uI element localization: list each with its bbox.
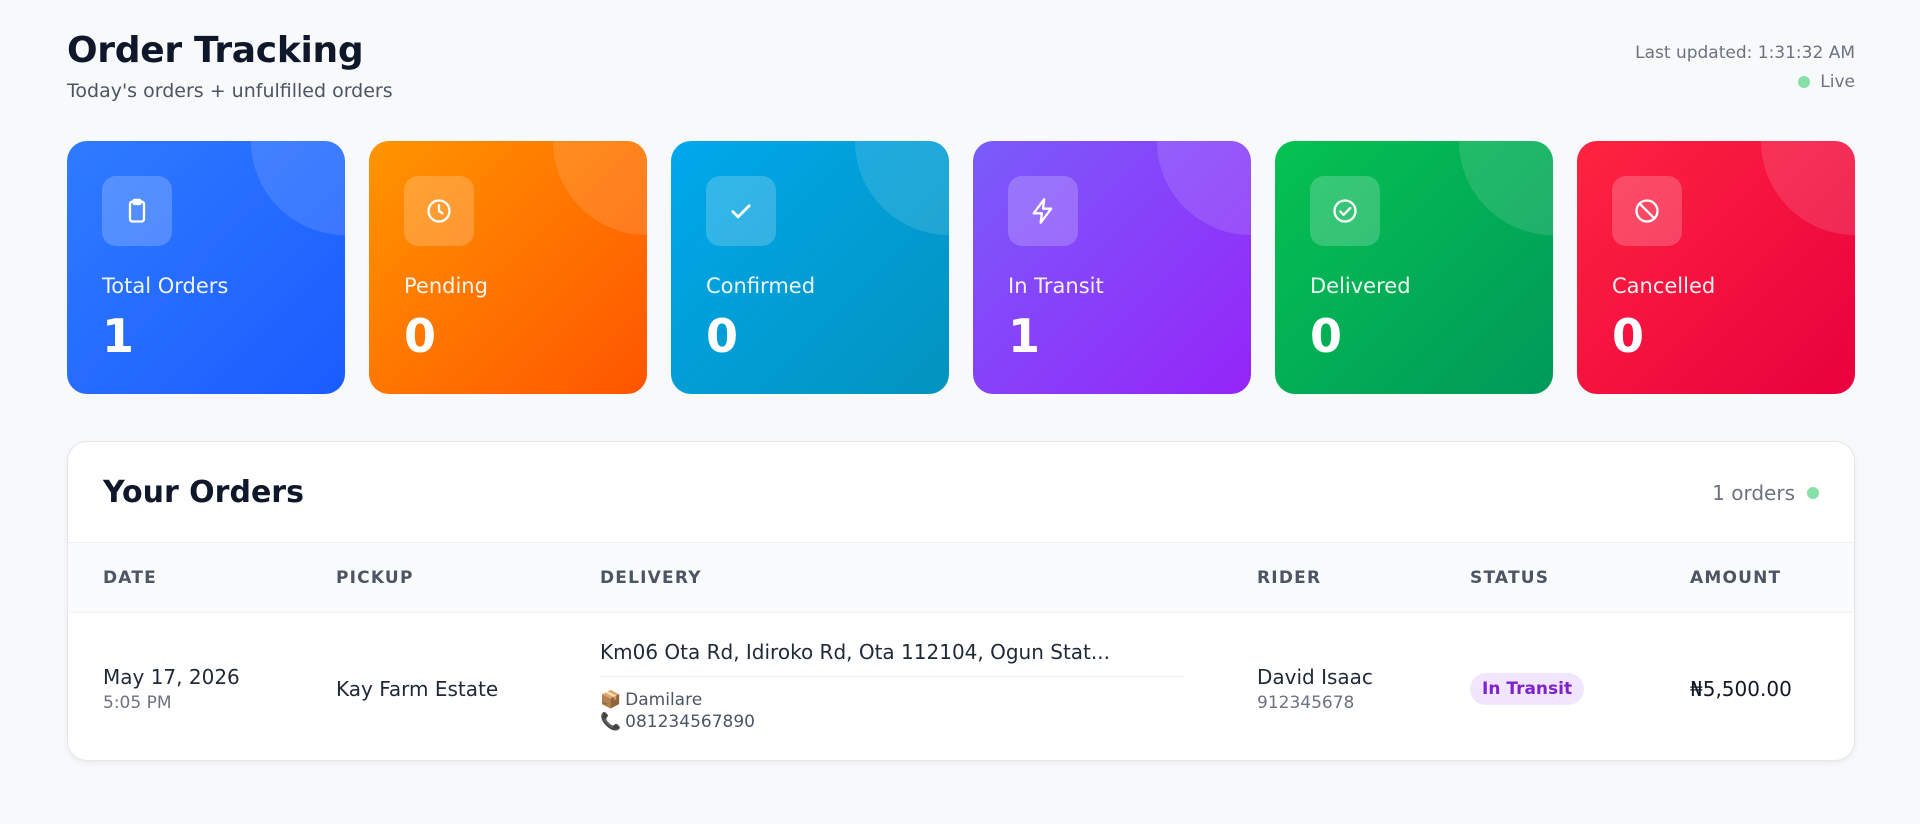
column-header-pickup[interactable]: PICKUP — [336, 568, 414, 588]
rider-cell: David Isaac 912345678 — [1257, 665, 1373, 713]
stat-value: 0 — [404, 309, 437, 363]
lightning-icon — [1008, 176, 1078, 246]
stat-label: In Transit — [1008, 274, 1104, 298]
stat-value: 1 — [1008, 309, 1041, 363]
stat-card-confirmed[interactable]: Confirmed 0 — [671, 141, 949, 394]
clock-icon — [404, 176, 474, 246]
stat-card-cancelled[interactable]: Cancelled 0 — [1577, 141, 1855, 394]
orders-count-label: 1 orders — [1712, 481, 1795, 505]
check-icon — [706, 176, 776, 246]
order-amount: ₦5,500.00 — [1690, 677, 1792, 701]
page-subtitle: Today's orders + unfulfilled orders — [67, 80, 393, 102]
recipient-name: Damilare — [625, 690, 703, 710]
recipient-phone-line: 📞 081234567890 — [600, 711, 1184, 733]
stat-value: 0 — [1310, 309, 1343, 363]
orders-count: 1 orders — [1712, 481, 1819, 505]
column-header-date[interactable]: DATE — [103, 568, 157, 588]
stat-label: Cancelled — [1612, 274, 1716, 298]
live-dot-icon — [1807, 487, 1819, 499]
status-badge: In Transit — [1470, 673, 1585, 705]
column-header-rider[interactable]: RIDER — [1257, 568, 1321, 588]
order-tracking-page: Order Tracking Today's orders + unfulfil… — [67, 0, 1855, 824]
stat-label: Confirmed — [706, 274, 816, 298]
page-title: Order Tracking — [67, 30, 364, 71]
order-time: 5:05 PM — [103, 693, 172, 713]
check-circle-icon — [1310, 176, 1380, 246]
orders-title: Your Orders — [103, 475, 304, 510]
orders-table-header: DATE PICKUP DELIVERY RIDER STATUS AMOUNT — [68, 543, 1854, 613]
rider-name: David Isaac — [1257, 665, 1373, 689]
column-header-delivery[interactable]: DELIVERY — [600, 568, 702, 588]
stat-card-pending[interactable]: Pending 0 — [369, 141, 647, 394]
stat-card-total-orders[interactable]: Total Orders 1 — [67, 141, 345, 394]
clipboard-icon — [102, 176, 172, 246]
live-dot-icon — [1798, 76, 1811, 88]
package-icon: 📦 — [600, 690, 622, 710]
order-date: May 17, 2026 — [103, 665, 240, 689]
orders-panel: Your Orders 1 orders DATE PICKUP DELIVER… — [67, 441, 1855, 761]
order-delivery-cell: Km06 Ota Rd, Idiroko Rd, Ota 112104, Ogu… — [600, 640, 1184, 733]
recipient-line: 📦 Damilare — [600, 689, 1184, 711]
status-cell: In Transit — [1470, 673, 1585, 705]
column-header-status[interactable]: STATUS — [1470, 568, 1549, 588]
order-date-cell: May 17, 2026 5:05 PM — [103, 665, 240, 713]
delivery-address: Km06 Ota Rd, Idiroko Rd, Ota 112104, Ogu… — [600, 640, 1110, 664]
stat-label: Total Orders — [102, 274, 229, 298]
stat-value: 1 — [102, 309, 135, 363]
last-updated-text: Last updated: 1:31:32 AM — [1635, 43, 1855, 63]
order-pickup: Kay Farm Estate — [336, 677, 499, 701]
stat-card-delivered[interactable]: Delivered 0 — [1275, 141, 1553, 394]
page-header: Order Tracking Today's orders + unfulfil… — [67, 0, 1855, 140]
stat-value: 0 — [1612, 309, 1645, 363]
stat-label: Delivered — [1310, 274, 1411, 298]
delivery-divider — [600, 676, 1184, 677]
phone-icon: 📞 — [600, 712, 622, 732]
ban-icon — [1612, 176, 1682, 246]
live-label: Live — [1820, 72, 1855, 92]
live-indicator: Live — [1798, 72, 1855, 92]
stat-card-in-transit[interactable]: In Transit 1 — [973, 141, 1251, 394]
column-header-amount[interactable]: AMOUNT — [1690, 568, 1781, 588]
orders-panel-header: Your Orders 1 orders — [68, 442, 1854, 543]
rider-phone: 912345678 — [1257, 693, 1355, 713]
stats-cards: Total Orders 1 Pending 0 Confirmed 0 In … — [67, 141, 1855, 394]
table-row[interactable]: May 17, 2026 5:05 PM Kay Farm Estate Km0… — [68, 613, 1854, 760]
stat-value: 0 — [706, 309, 739, 363]
recipient-phone: 081234567890 — [625, 712, 755, 732]
stat-label: Pending — [404, 274, 488, 298]
